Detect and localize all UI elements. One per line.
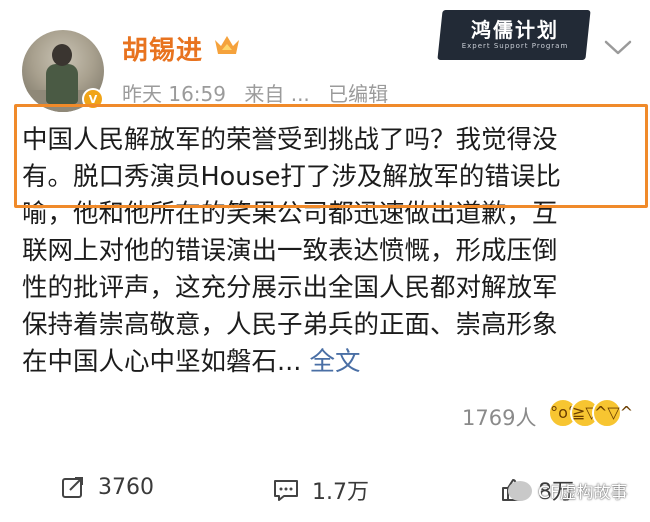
repost-button[interactable]: 3760 xyxy=(60,474,154,500)
post-time: 昨天 16:59 xyxy=(122,82,226,106)
full-text-link[interactable]: 全文 xyxy=(309,347,360,377)
wechat-logo-icon xyxy=(508,480,532,501)
reactions-count[interactable]: 1769人 xyxy=(462,402,536,432)
post-text-line: 保持着崇高敬意，人民子弟兵的正面、崇高形象 xyxy=(22,310,558,340)
avatar-figure-body xyxy=(46,64,78,104)
grinning-emoji-icon: ^▽^ xyxy=(592,398,633,428)
comment-icon xyxy=(274,480,298,501)
banner-subtitle: Expert Support Program xyxy=(461,42,569,50)
highlight-box xyxy=(14,104,648,208)
post-meta: 昨天 16:59 来自 ... 已编辑 xyxy=(122,78,400,107)
post-text-line: 联网上对他的错误演出一致表达愤慨，形成压倒 xyxy=(22,236,558,266)
post-text-last-line: 在中国人心中坚如磐石... 全文 xyxy=(22,344,642,381)
post-text-line: 在中国人心中坚如磐石... xyxy=(22,347,302,377)
comment-button[interactable]: 1.7万 xyxy=(272,474,369,506)
edited-label[interactable]: 已编辑 xyxy=(328,82,388,106)
watermark: CF虚构故事 xyxy=(508,478,628,503)
watermark-text: CF虚构故事 xyxy=(538,483,628,503)
author-name[interactable]: 胡锡进 xyxy=(122,30,203,67)
crown-rank-icon xyxy=(215,36,239,54)
banner-title: 鸿儒计划 xyxy=(471,18,559,42)
chevron-down-icon[interactable] xyxy=(602,38,634,58)
avatar-figure-head xyxy=(52,44,72,66)
repost-icon xyxy=(62,477,83,498)
post-source: 来自 ... xyxy=(244,82,310,106)
comment-count: 1.7万 xyxy=(312,480,369,505)
post-text-line: 性的批评声，这充分展示出全国人民都对解放军 xyxy=(22,273,558,303)
repost-count: 3760 xyxy=(98,474,154,500)
